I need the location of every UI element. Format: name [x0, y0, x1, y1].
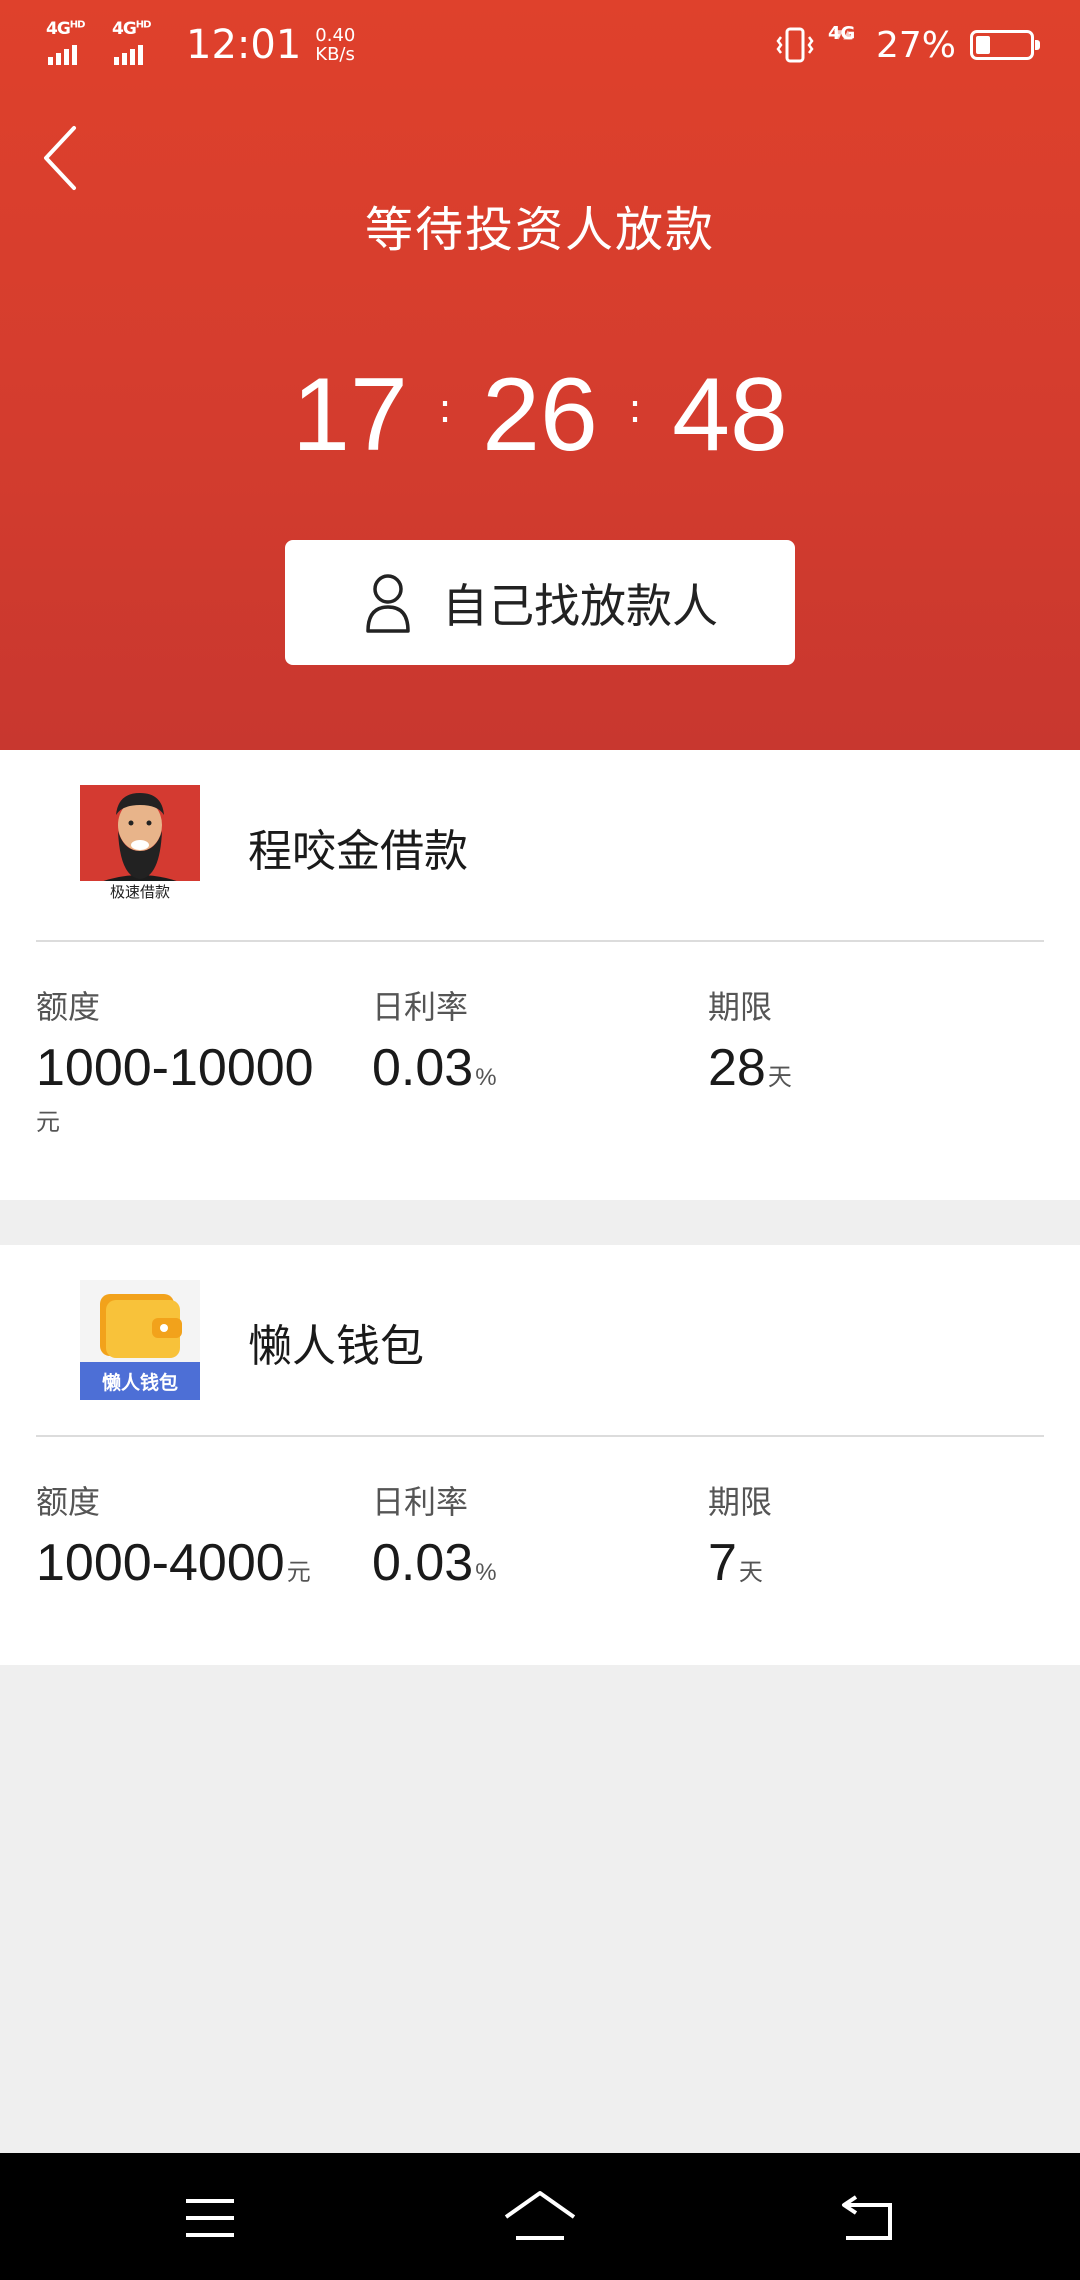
- amount-stat: 额度 1000-10000 元: [36, 982, 314, 1137]
- term-value: 7: [708, 1534, 737, 1592]
- amount-label: 额度: [36, 988, 101, 1026]
- countdown-separator: :: [628, 386, 642, 432]
- countdown-separator: :: [438, 386, 452, 432]
- rate-unit: %: [475, 1064, 497, 1091]
- vibrate-icon: [776, 27, 814, 63]
- lender-card[interactable]: 懒人钱包 懒人钱包 额度 1000-4000元 日利率 0.03% 期限 7天: [0, 1245, 1080, 1665]
- lender-name: 程咬金借款: [248, 826, 468, 877]
- countdown-hours: 17: [292, 357, 408, 473]
- find-lender-button[interactable]: 自己找放款人: [285, 540, 795, 665]
- countdown-seconds: 48: [672, 357, 788, 473]
- network-speed: 0.40 KB/s: [315, 25, 356, 65]
- term-label: 期限: [708, 1483, 773, 1521]
- lender-logo-text: 极速借款: [109, 883, 170, 901]
- term-value: 28: [708, 1039, 766, 1097]
- lender-card[interactable]: 极速借款 程咬金借款 额度 1000-10000 元 日利率 0.03% 期限 …: [0, 750, 1080, 1200]
- rate-label: 日利率: [372, 1483, 469, 1521]
- network-type-icon: 4G ▼▲: [827, 23, 856, 44]
- status-right: 4G ▼▲ 27%: [776, 18, 1040, 72]
- lender-logo: 懒人钱包: [80, 1280, 200, 1400]
- term-label: 期限: [708, 988, 773, 1026]
- system-nav-bar: [0, 2153, 1080, 2280]
- signal-icon: 4GHD: [46, 19, 98, 67]
- rate-stat: 日利率 0.03%: [372, 982, 497, 1108]
- home-icon[interactable]: [500, 2183, 580, 2253]
- status-left: 4GHD 4GHD 12:01 0.40 KB/s: [46, 18, 355, 72]
- battery-icon: [970, 30, 1040, 60]
- amount-unit: 元: [286, 1559, 311, 1586]
- status-time: 12:01: [186, 22, 302, 68]
- person-icon: [366, 573, 410, 633]
- term-unit: 天: [767, 1064, 792, 1091]
- lender-name: 懒人钱包: [248, 1321, 424, 1372]
- rate-unit: %: [475, 1559, 497, 1586]
- rate-stat: 日利率 0.03%: [372, 1477, 497, 1603]
- rate-label: 日利率: [372, 988, 469, 1026]
- countdown-minutes: 26: [482, 357, 598, 473]
- countdown-timer: 17 : 26 : 48: [0, 350, 1080, 480]
- card-divider: [36, 1435, 1044, 1437]
- amount-stat: 额度 1000-4000元: [36, 1477, 311, 1603]
- find-lender-label: 自己找放款人: [442, 578, 718, 633]
- amount-unit: 元: [36, 1108, 60, 1136]
- status-bar: 4GHD 4GHD 12:01 0.40 KB/s 4G ▼▲ 27%: [0, 0, 1080, 90]
- term-unit: 天: [738, 1559, 763, 1586]
- menu-icon[interactable]: [170, 2183, 250, 2253]
- card-divider: [36, 940, 1044, 942]
- page-title: 等待投资人放款: [364, 202, 715, 258]
- battery-percent: 27%: [875, 24, 956, 66]
- lender-logo: 极速借款: [80, 785, 200, 905]
- lender-logo-text: 懒人钱包: [101, 1372, 178, 1394]
- amount-label: 额度: [36, 1483, 101, 1521]
- chevron-left-icon[interactable]: [30, 120, 90, 200]
- rate-value: 0.03: [372, 1039, 474, 1097]
- amount-value: 1000-10000: [36, 1039, 314, 1097]
- term-stat: 期限 28天: [708, 982, 792, 1108]
- signal-icon: 4GHD: [112, 19, 164, 67]
- term-stat: 期限 7天: [708, 1477, 772, 1603]
- rate-value: 0.03: [372, 1534, 474, 1592]
- header-banner: 4GHD 4GHD 12:01 0.40 KB/s 4G ▼▲ 27% 等待投资…: [0, 0, 1080, 750]
- back-arrow-icon[interactable]: [830, 2183, 910, 2253]
- amount-value: 1000-4000: [36, 1534, 285, 1592]
